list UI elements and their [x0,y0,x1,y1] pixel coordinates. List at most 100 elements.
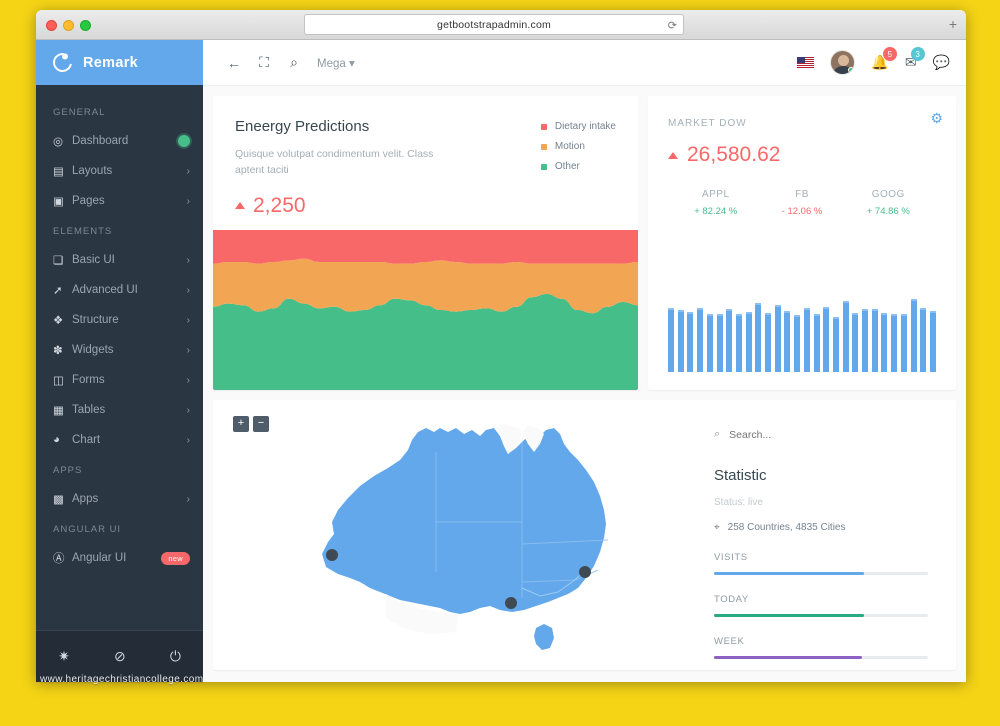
bar [891,313,898,372]
power-icon[interactable]: ⏻ [170,648,181,665]
close-button[interactable] [46,20,57,31]
gear-icon[interactable]: ⚙ [930,110,943,127]
sidebar-item-label: Basic UI [72,254,115,266]
map-marker-sydney[interactable] [579,566,591,578]
grid-icon: ▩ [53,494,64,506]
bar [735,313,742,372]
minimize-button[interactable] [63,20,74,31]
fullscreen-icon[interactable]: ⛶ [249,54,279,71]
maximize-button[interactable] [80,20,91,31]
sidebar-item-widgets[interactable]: ✽ Widgets › [36,335,203,365]
statistic-search[interactable]: ⌕ [714,428,928,441]
dashboard-icon: ◎ [53,136,64,148]
progress-fill [714,572,864,575]
sidebar-section-title: ELEMENTS [53,226,113,237]
stock-symbol: GOOG [871,189,905,200]
bar [832,316,839,372]
sidebar-item-dashboard[interactable]: ◎ Dashboard [36,126,203,156]
progress-track [714,572,928,575]
puzzle-icon: ✽ [53,345,63,357]
bookmark-icon: ❏ [53,255,64,267]
user-avatar[interactable] [830,50,856,75]
bar [765,312,771,372]
map-marker-perth[interactable] [326,549,338,561]
main-area: ← ⛶ ⌕ Mega ▾ 🔔 5 ✉ 3 💬 Eneergy Predictio… [203,40,966,682]
progress-block: VISITS [714,552,928,575]
sidebar-item-label: Forms [72,374,105,386]
energy-legend: Dietary intake Motion Other [540,118,616,218]
bar [852,312,859,372]
sidebar-item-forms[interactable]: ◫ Forms › [36,365,203,395]
chevron-down-icon: ▾ [348,57,355,70]
rocket-icon: ➚ [53,285,63,297]
legend-item: Dietary intake [540,121,616,132]
map-marker-melbourne[interactable] [505,597,517,609]
chat-icon[interactable]: 💬 [933,54,950,71]
envelope-icon[interactable]: ✉ 3 [905,47,925,71]
admin-app: Remark GENERAL ◎ Dashboard ▤ Layouts › ▣ Pages ›… [36,40,966,682]
topbar-actions: 🔔 5 ✉ 3 💬 [797,47,950,75]
sidebar: Remark GENERAL ◎ Dashboard ▤ Layouts › ▣ Pages ›… [36,40,203,682]
stock-change: - 12.06 % [781,206,823,217]
chevron-right-icon: › [186,195,190,207]
stock-change: + 74.86 % [866,206,910,217]
mega-menu-button[interactable]: Mega ▾ [317,56,355,70]
bell-icon[interactable]: 🔔 5 [871,47,897,71]
progress-label: TODAY [714,594,749,605]
sidebar-item-label: Tables [72,404,106,416]
statistic-panel: ⌕ Statistic Status: live ⌖ 258 Countries… [686,400,956,670]
brand-name: Remark [83,54,138,71]
sidebar-nav: GENERAL ◎ Dashboard ▤ Layouts › ▣ Pages › ELEMENT… [36,85,203,630]
theme-icon[interactable]: ⊘ [114,648,126,665]
tables-icon: ▦ [53,405,64,417]
bar [920,308,927,372]
legend-label: Dietary intake [554,121,616,132]
brand[interactable]: Remark [36,40,203,85]
area-series-motion [213,258,638,314]
sidebar-item-basic-ui[interactable]: ❏ Basic UI › [36,245,203,275]
sidebar-item-angular-ui[interactable]: Ⓐ Angular UI new [36,543,203,573]
sidebar-item-structure[interactable]: ❖ Structure › [36,305,203,335]
map-zoom-out-button[interactable]: − [253,416,269,432]
map-zoom-controls[interactable]: + − [233,416,269,432]
search-input[interactable] [729,428,880,441]
settings-icon[interactable]: ✷ [58,648,70,665]
sidebar-item-pages[interactable]: ▣ Pages › [36,186,203,216]
progress-label: WEEK [714,636,745,647]
sidebar-item-label: Apps [72,493,99,505]
australia-map[interactable] [308,422,628,662]
bar [687,311,694,372]
chevron-right-icon: › [186,344,190,356]
reload-icon[interactable]: ⟳ [668,19,677,32]
mega-menu-label: Mega [317,57,346,70]
sidebar-item-layouts[interactable]: ▤ Layouts › [36,156,203,186]
back-arrow-icon[interactable]: ← [219,55,249,71]
bar [755,303,762,372]
bar [677,310,684,372]
window-controls[interactable] [46,20,91,31]
legend-label: Other [554,161,580,172]
progress-block: WEEK [714,636,928,659]
tasmania[interactable] [534,624,554,650]
energy-value-row: 2,250 [235,194,541,218]
stock-list: APPL + 82.24 % FB - 12.06 % GOOG + 74.86 % [648,167,956,217]
bar [881,312,888,372]
address-bar[interactable]: getbootstrapadmin.com ⟳ [304,14,684,35]
statistic-location: ⌖ 258 Countries, 4835 Cities [714,522,928,533]
map-zoom-in-button[interactable]: + [233,416,249,432]
progress-fill [714,656,862,659]
legend-swatch [540,123,547,130]
bar [697,308,704,372]
us-flag-icon[interactable] [797,57,815,68]
search-icon[interactable]: ⌕ [279,54,309,71]
bar [784,310,791,372]
sidebar-item-advanced-ui[interactable]: ➚ Advanced UI › [36,275,203,305]
australia-landmass[interactable] [322,428,606,614]
sidebar-item-chart[interactable]: ◕ Chart › [36,425,203,455]
energy-title: Eneergy Predictions [235,118,370,135]
new-tab-button[interactable]: + [949,17,957,31]
sidebar-item-apps[interactable]: ▩ Apps › [36,484,203,514]
sidebar-item-tables[interactable]: ▦ Tables › [36,395,203,425]
bar [794,315,801,372]
market-bar-chart [668,272,940,372]
